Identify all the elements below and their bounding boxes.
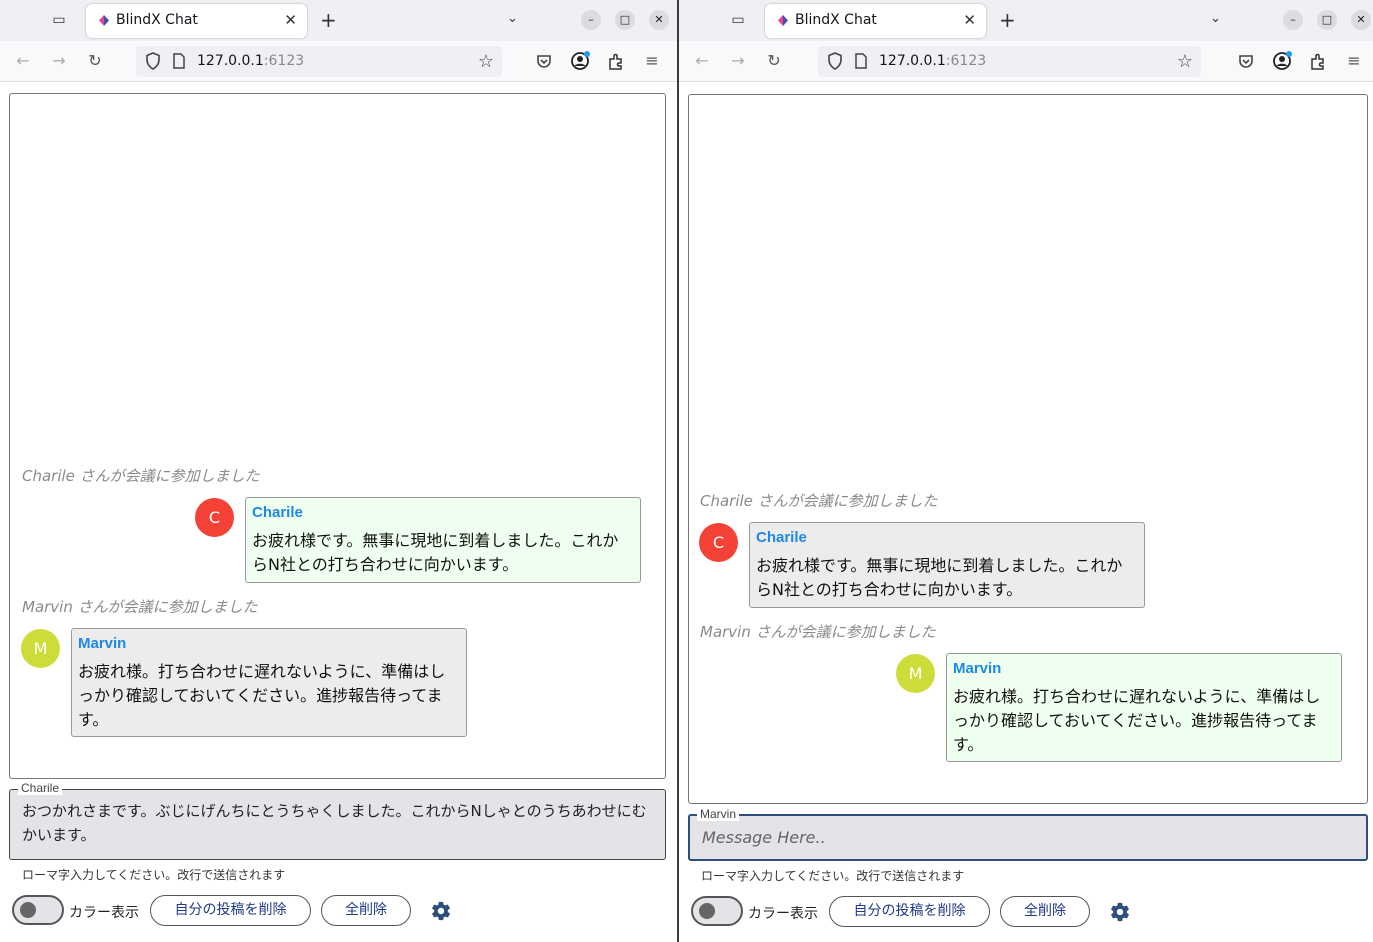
tab-title: BlindX Chat [116,12,198,28]
message-bubble: Marvin お疲れ様。打ち合わせに遅れないように、準備はしっかり確認しておいて… [946,653,1342,762]
bookmark-star-icon[interactable]: ☆ [1177,51,1193,72]
new-tab-button[interactable]: + [999,8,1016,32]
color-display-label: カラー表示 [748,906,818,922]
pocket-icon[interactable] [1236,51,1256,71]
account-icon[interactable] [1272,51,1292,71]
menu-hamburger-icon[interactable]: ≡ [642,51,662,71]
tab-title: BlindX Chat [795,12,877,28]
blindx-favicon-icon [98,14,110,27]
chat-log[interactable]: Charile さんが会議に参加しました C Charile お疲れ様です。無事… [9,93,666,779]
message-bubble: Charile お疲れ様です。無事に現地に到着しました。これからN社との打ち合わ… [245,497,641,583]
page-info-icon[interactable] [172,53,186,69]
tab-bar: ▭ BlindX Chat ✕ + ⌄ – □ ✕ [0,0,677,41]
menu-hamburger-icon[interactable]: ≡ [1344,51,1364,71]
extensions-icon[interactable] [1308,51,1328,71]
sender-name: Marvin [78,635,127,652]
list-all-tabs-icon[interactable]: ⌄ [507,11,518,26]
tracking-shield-icon[interactable] [145,52,161,70]
tab-overview-icon[interactable]: ▭ [47,9,71,31]
page-content: Charile さんが会議に参加しました C Charile お疲れ様です。無事… [679,82,1373,942]
pocket-icon[interactable] [534,51,554,71]
tracking-shield-icon[interactable] [827,52,843,70]
message-input-label: Marvin [697,807,740,821]
blindx-favicon-icon [777,14,789,27]
message-text: お疲れ様。打ち合わせに遅れないように、準備はしっかり確認しておいてください。進捗… [953,687,1321,754]
toggle-knob [20,902,36,918]
message-text: お疲れ様です。無事に現地に到着しました。これからN社との打ち合わせに向かいます。 [756,556,1123,599]
url-text: 127.0.0.1:6123 [879,53,987,69]
sender-name: Charile [756,529,807,546]
tab-blindx-chat[interactable]: BlindX Chat ✕ [765,4,986,38]
nav-bar: ← → ↻ 127.0.0.1:6123 ☆ ≡ [679,41,1373,82]
color-display-toggle[interactable] [12,895,64,925]
extensions-icon[interactable] [606,51,626,71]
join-notice-charile: Charile さんが会議に参加しました [700,492,938,510]
delete-my-posts-button[interactable]: 自分の投稿を削除 [829,896,990,927]
chat-log[interactable]: Charile さんが会議に参加しました C Charile お疲れ様です。無事… [688,94,1368,804]
sender-name: Marvin [953,660,1002,677]
browser-window-left: ▭ BlindX Chat ✕ + ⌄ – □ ✕ ← → ↻ 127.0.0.… [0,0,677,942]
input-helper-text: ローマ字入力してください。改行で送信されます [22,868,286,882]
message-bubble: Marvin お疲れ様。打ち合わせに遅れないように、準備はしっかり確認しておいて… [71,628,467,737]
color-display-label: カラー表示 [69,905,139,921]
minimize-button[interactable]: – [581,10,601,30]
url-text: 127.0.0.1:6123 [197,53,305,69]
page-content: Charile さんが会議に参加しました C Charile お疲れ様です。無事… [0,82,677,942]
url-bar[interactable]: 127.0.0.1:6123 ☆ [818,46,1201,77]
tab-bar: ▭ BlindX Chat ✕ + ⌄ – □ ✕ [679,0,1373,41]
input-helper-text: ローマ字入力してください。改行で送信されます [701,869,965,883]
avatar: M [896,654,935,693]
color-display-toggle[interactable] [691,896,743,926]
message-text: お疲れ様。打ち合わせに遅れないように、準備はしっかり確認しておいてください。進捗… [78,662,446,729]
new-tab-button[interactable]: + [320,8,337,32]
account-icon[interactable] [570,51,590,71]
delete-all-button[interactable]: 全削除 [1000,896,1090,927]
tab-close-icon[interactable]: ✕ [963,11,976,29]
reload-icon[interactable]: ↻ [764,51,784,71]
settings-gear-icon[interactable] [1109,901,1131,923]
page-info-icon[interactable] [854,53,868,69]
join-notice-marvin: Marvin さんが会議に参加しました [700,623,936,641]
delete-all-button[interactable]: 全削除 [321,895,411,926]
tab-overview-icon[interactable]: ▭ [726,9,750,31]
toggle-knob [699,903,715,919]
tab-close-icon[interactable]: ✕ [284,11,297,29]
sender-name: Charile [252,504,303,521]
back-arrow-icon[interactable]: ← [13,51,33,71]
reload-icon[interactable]: ↻ [85,51,105,71]
message-input-value: おつかれさまです。ぶじにげんちにとうちゃくしました。これからNしゃとのうちあわせ… [22,802,647,844]
message-input-label: Charile [18,781,63,795]
settings-gear-icon[interactable] [430,900,452,922]
message-bubble: Charile お疲れ様です。無事に現地に到着しました。これからN社との打ち合わ… [749,522,1145,608]
minimize-button[interactable]: – [1283,10,1303,30]
avatar: M [21,629,60,668]
avatar: C [195,498,234,537]
delete-my-posts-button[interactable]: 自分の投稿を削除 [150,895,311,926]
list-all-tabs-icon[interactable]: ⌄ [1210,11,1221,26]
join-notice-marvin: Marvin さんが会議に参加しました [22,598,258,616]
tab-blindx-chat[interactable]: BlindX Chat ✕ [86,4,307,38]
message-text: お疲れ様です。無事に現地に到着しました。これからN社との打ち合わせに向かいます。 [252,531,619,574]
message-input-placeholder: Message Here.. [702,828,826,847]
message-input[interactable]: Message Here.. [688,814,1368,861]
message-input[interactable]: おつかれさまです。ぶじにげんちにとうちゃくしました。これからNしゃとのうちあわせ… [9,789,666,860]
back-arrow-icon[interactable]: ← [692,51,712,71]
nav-bar: ← → ↻ 127.0.0.1:6123 ☆ ≡ [0,41,677,82]
window-close-button[interactable]: ✕ [649,10,669,30]
bookmark-star-icon[interactable]: ☆ [478,51,494,72]
maximize-button[interactable]: □ [1317,10,1337,30]
forward-arrow-icon[interactable]: → [728,51,748,71]
url-bar[interactable]: 127.0.0.1:6123 ☆ [136,46,502,77]
window-close-button[interactable]: ✕ [1351,10,1371,30]
join-notice-charile: Charile さんが会議に参加しました [22,467,260,485]
forward-arrow-icon[interactable]: → [49,51,69,71]
browser-window-right: ▭ BlindX Chat ✕ + ⌄ – □ ✕ ← → ↻ 127.0.0.… [679,0,1373,942]
maximize-button[interactable]: □ [615,10,635,30]
avatar: C [699,523,738,562]
